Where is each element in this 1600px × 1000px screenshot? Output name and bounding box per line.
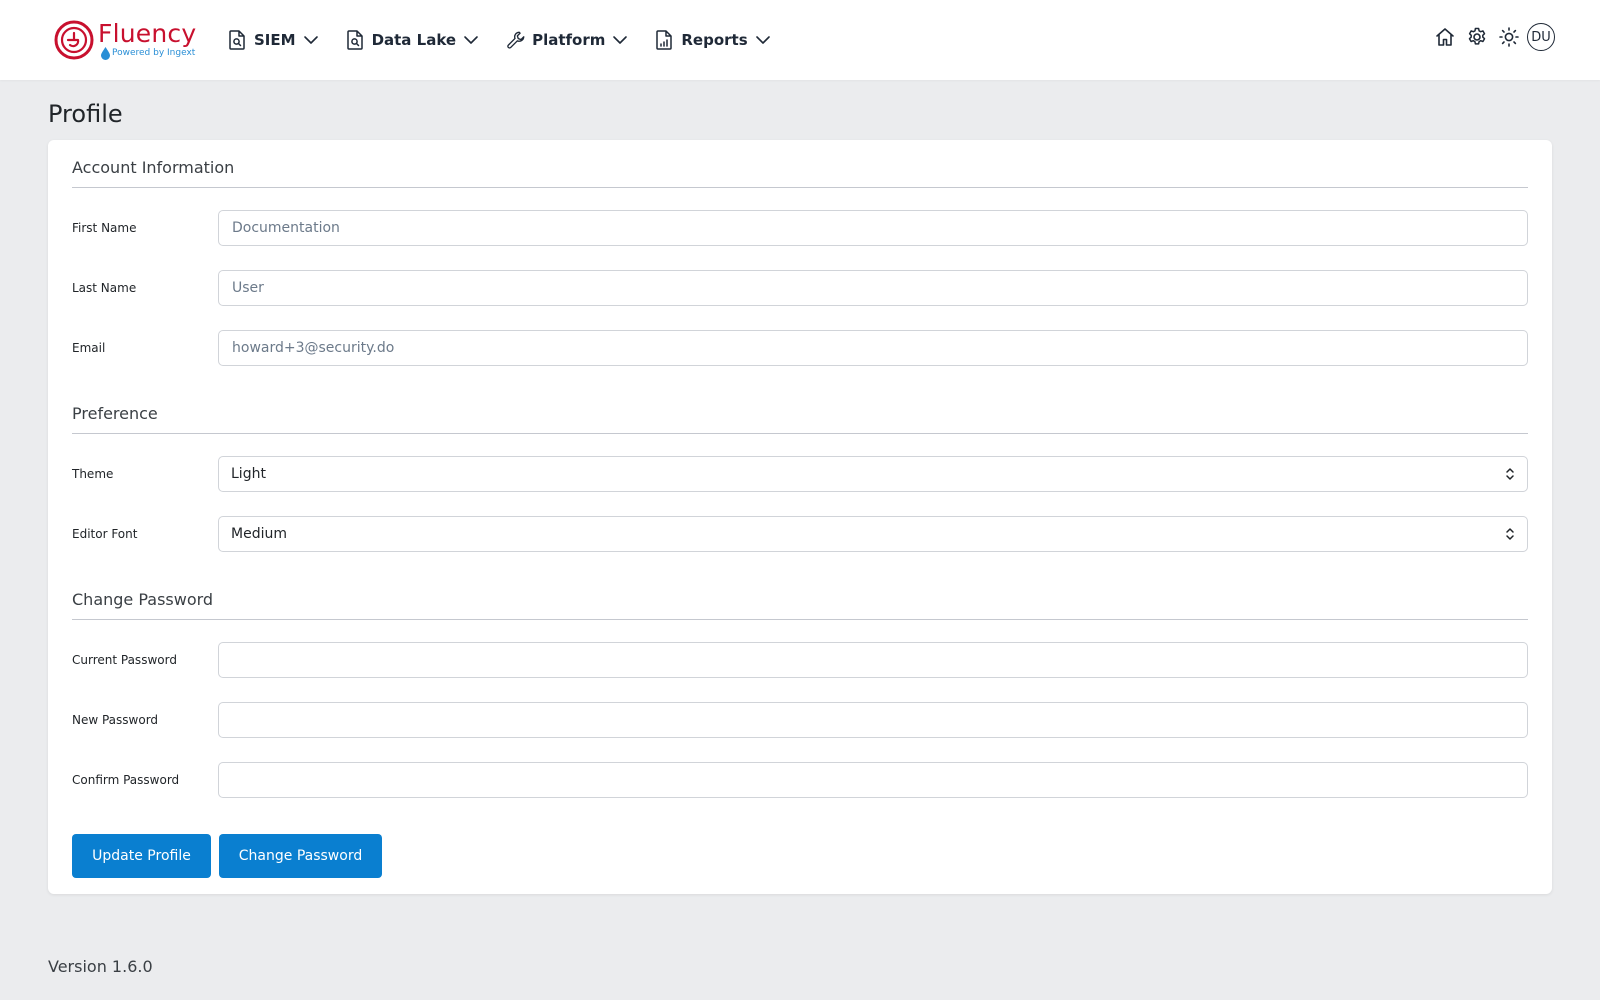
main-nav: SIEM Data Lake Platform Reports xyxy=(228,26,798,54)
nav-reports-label: Reports xyxy=(681,31,748,49)
change-password-button[interactable]: Change Password xyxy=(219,834,382,878)
theme-select-value: Light xyxy=(231,466,266,482)
page-title: Profile xyxy=(48,100,123,128)
user-avatar[interactable]: DU xyxy=(1527,23,1555,51)
nav-platform[interactable]: Platform xyxy=(506,26,628,54)
email-label: Email xyxy=(72,341,106,355)
email-field[interactable] xyxy=(218,330,1528,366)
toolbar-right: DU xyxy=(1425,23,1555,51)
fluency-logo-icon xyxy=(54,20,94,60)
section-change-password: Change Password xyxy=(72,590,1528,620)
confirm-password-field[interactable] xyxy=(218,762,1528,798)
current-password-input[interactable] xyxy=(232,652,1514,668)
section-preference: Preference xyxy=(72,404,1528,434)
document-search-icon xyxy=(228,29,248,51)
version-label: Version 1.6.0 xyxy=(48,957,153,976)
theme-select[interactable]: Light xyxy=(218,456,1528,492)
last-name-input[interactable] xyxy=(232,280,1514,296)
new-password-label: New Password xyxy=(72,713,159,727)
brand-name: Fluency xyxy=(98,19,197,48)
select-arrows-icon xyxy=(1505,467,1515,481)
email-input[interactable] xyxy=(232,340,1514,356)
sun-icon[interactable] xyxy=(1497,25,1521,49)
chevron-down-icon xyxy=(755,35,771,45)
editor-font-select[interactable]: Medium xyxy=(218,516,1528,552)
first-name-input[interactable] xyxy=(232,220,1514,236)
last-name-label: Last Name xyxy=(72,281,137,295)
section-account-information: Account Information xyxy=(72,158,1528,188)
confirm-password-label: Confirm Password xyxy=(72,773,180,787)
nav-data-lake-label: Data Lake xyxy=(371,31,457,49)
editor-font-label: Editor Font xyxy=(72,527,138,541)
new-password-field[interactable] xyxy=(218,702,1528,738)
select-arrows-icon xyxy=(1505,527,1515,541)
gear-icon[interactable] xyxy=(1465,25,1489,49)
nav-data-lake[interactable]: Data Lake xyxy=(346,26,480,54)
current-password-label: Current Password xyxy=(72,653,177,667)
editor-font-select-value: Medium xyxy=(231,526,287,542)
nav-siem-label: SIEM xyxy=(254,31,296,49)
current-password-field[interactable] xyxy=(218,642,1528,678)
profile-card: Account Information First Name Last Name… xyxy=(48,140,1552,894)
top-navbar: Fluency Powered by Ingext SIEM Data Lake… xyxy=(0,0,1600,80)
home-icon[interactable] xyxy=(1433,25,1457,49)
confirm-password-input[interactable] xyxy=(232,772,1514,788)
nav-platform-label: Platform xyxy=(532,31,606,49)
nav-reports[interactable]: Reports xyxy=(655,26,770,54)
update-profile-button[interactable]: Update Profile xyxy=(72,834,211,878)
theme-label: Theme xyxy=(72,467,114,481)
first-name-field[interactable] xyxy=(218,210,1528,246)
chevron-down-icon xyxy=(612,35,628,45)
new-password-input[interactable] xyxy=(232,712,1514,728)
fluency-logo[interactable]: Fluency Powered by Ingext xyxy=(54,19,197,63)
brand-tagline: Powered by Ingext xyxy=(112,48,196,58)
chevron-down-icon xyxy=(303,35,319,45)
first-name-label: First Name xyxy=(72,221,137,235)
document-chart-icon xyxy=(655,29,675,51)
nav-siem[interactable]: SIEM xyxy=(228,26,319,54)
wrench-icon xyxy=(506,29,526,51)
last-name-field[interactable] xyxy=(218,270,1528,306)
document-search-icon xyxy=(346,29,366,51)
chevron-down-icon xyxy=(463,35,479,45)
